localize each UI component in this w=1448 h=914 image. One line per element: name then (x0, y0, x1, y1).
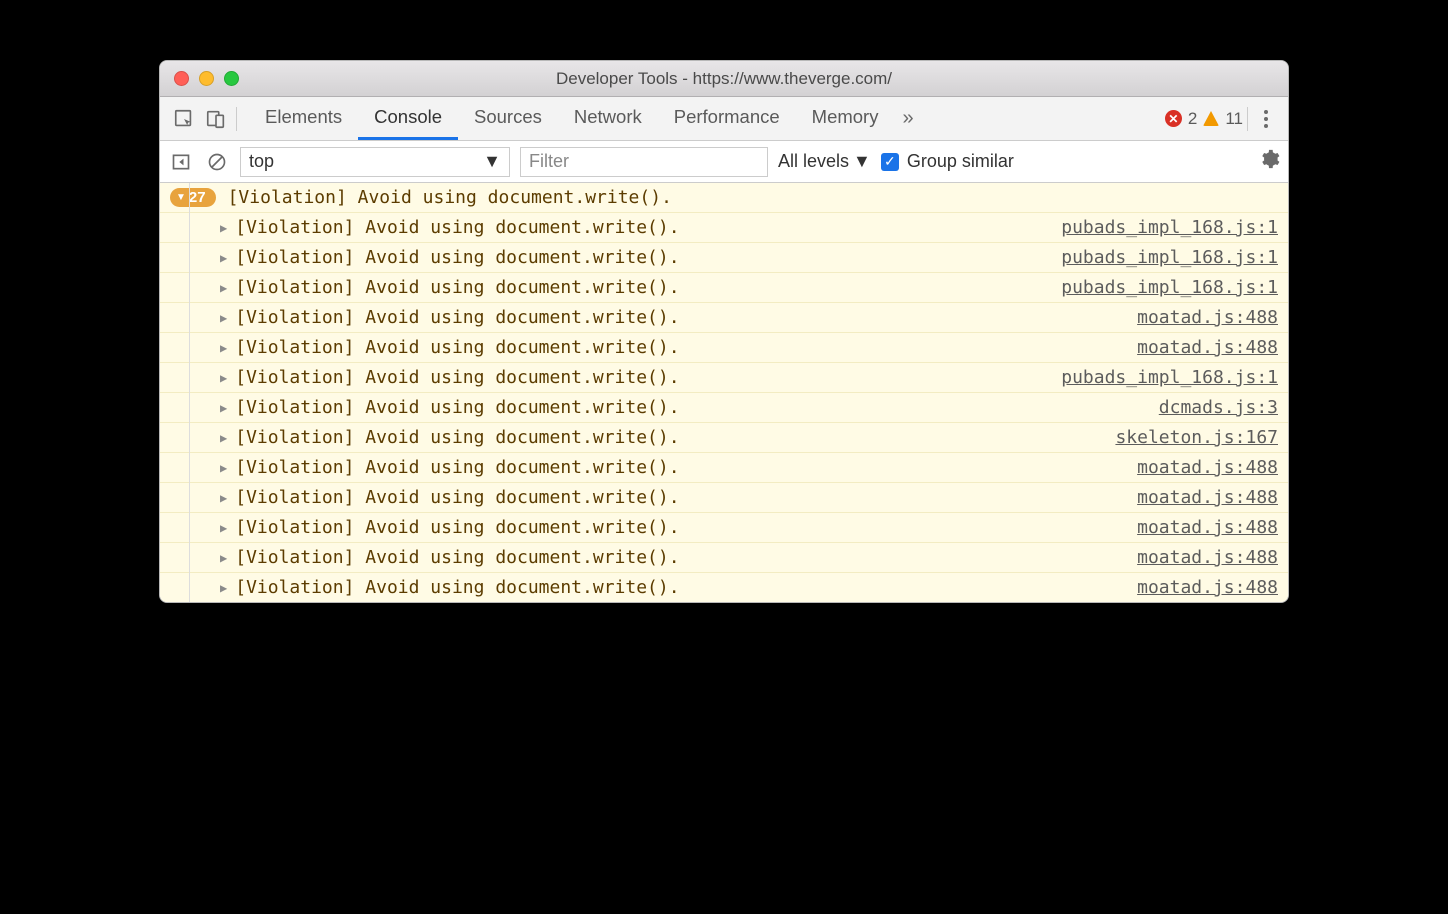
log-row[interactable]: ▶ [Violation] Avoid using document.write(… (160, 242, 1288, 272)
log-message: [Violation] Avoid using document.write()… (235, 397, 1159, 418)
inspect-element-icon[interactable] (168, 103, 200, 135)
log-source-link[interactable]: moatad.js:488 (1137, 577, 1278, 598)
error-count: 2 (1188, 109, 1197, 129)
tab-sources[interactable]: Sources (458, 97, 558, 140)
log-source-link[interactable]: pubads_impl_168.js:1 (1061, 367, 1278, 388)
gutter-line (189, 183, 190, 602)
filter-input[interactable] (520, 147, 768, 177)
log-message: [Violation] Avoid using document.write()… (235, 547, 1137, 568)
more-options-icon[interactable] (1252, 110, 1280, 128)
log-source-link[interactable]: moatad.js:488 (1137, 487, 1278, 508)
log-message: [Violation] Avoid using document.write()… (235, 577, 1137, 598)
panel-tabs: ElementsConsoleSourcesNetworkPerformance… (249, 97, 894, 140)
console-output: ▼ 27 [Violation] Avoid using document.wr… (160, 183, 1288, 602)
tab-network[interactable]: Network (558, 97, 658, 140)
log-message: [Violation] Avoid using document.write()… (235, 457, 1137, 478)
context-value: top (249, 151, 274, 172)
traffic-lights (160, 71, 239, 86)
log-row[interactable]: ▶ [Violation] Avoid using document.write(… (160, 542, 1288, 572)
group-similar-toggle[interactable]: ✓ Group similar (881, 151, 1014, 172)
toggle-sidebar-icon[interactable] (168, 149, 194, 175)
log-row[interactable]: ▶ [Violation] Avoid using document.write(… (160, 512, 1288, 542)
log-source-link[interactable]: dcmads.js:3 (1159, 397, 1278, 418)
disclosure-right-icon: ▶ (220, 551, 227, 565)
log-row[interactable]: ▶ [Violation] Avoid using document.write(… (160, 452, 1288, 482)
log-source-link[interactable]: moatad.js:488 (1137, 547, 1278, 568)
log-message: [Violation] Avoid using document.write()… (235, 487, 1137, 508)
log-message: [Violation] Avoid using document.write()… (235, 277, 1061, 298)
log-source-link[interactable]: skeleton.js:167 (1115, 427, 1278, 448)
log-message: [Violation] Avoid using document.write()… (235, 307, 1137, 328)
separator (1247, 107, 1248, 131)
log-row[interactable]: ▶ [Violation] Avoid using document.write(… (160, 272, 1288, 302)
disclosure-right-icon: ▶ (220, 371, 227, 385)
disclosure-right-icon: ▶ (220, 431, 227, 445)
log-message: [Violation] Avoid using document.write()… (235, 217, 1061, 238)
disclosure-right-icon: ▶ (220, 281, 227, 295)
disclosure-right-icon: ▶ (220, 461, 227, 475)
log-source-link[interactable]: moatad.js:488 (1137, 517, 1278, 538)
close-button[interactable] (174, 71, 189, 86)
titlebar: Developer Tools - https://www.theverge.c… (160, 61, 1288, 97)
log-row[interactable]: ▶ [Violation] Avoid using document.write(… (160, 482, 1288, 512)
log-message: [Violation] Avoid using document.write()… (235, 517, 1137, 538)
disclosure-right-icon: ▶ (220, 581, 227, 595)
dropdown-icon: ▼ (483, 151, 501, 172)
disclosure-right-icon: ▶ (220, 221, 227, 235)
devtools-tabbar: ElementsConsoleSourcesNetworkPerformance… (160, 97, 1288, 141)
disclosure-right-icon: ▶ (220, 311, 227, 325)
log-row[interactable]: ▶ [Violation] Avoid using document.write(… (160, 572, 1288, 602)
tab-memory[interactable]: Memory (796, 97, 895, 140)
window-title: Developer Tools - https://www.theverge.c… (160, 69, 1288, 89)
clear-console-icon[interactable] (204, 149, 230, 175)
log-row[interactable]: ▶ [Violation] Avoid using document.write(… (160, 392, 1288, 422)
separator (236, 107, 237, 131)
log-message: [Violation] Avoid using document.write()… (235, 427, 1115, 448)
dropdown-icon: ▼ (853, 151, 871, 172)
levels-label: All levels (778, 151, 849, 172)
minimize-button[interactable] (199, 71, 214, 86)
log-row[interactable]: ▶ [Violation] Avoid using document.write(… (160, 212, 1288, 242)
log-source-link[interactable]: moatad.js:488 (1137, 307, 1278, 328)
error-icon: ✕ (1165, 110, 1182, 127)
context-selector[interactable]: top ▼ (240, 147, 510, 177)
warning-count: 11 (1225, 109, 1243, 129)
disclosure-down-icon: ▼ (176, 192, 186, 203)
status-badges[interactable]: ✕ 2 11 (1165, 109, 1243, 129)
log-levels-selector[interactable]: All levels ▼ (778, 151, 871, 172)
warning-icon (1203, 111, 1219, 126)
console-toolbar: top ▼ All levels ▼ ✓ Group similar (160, 141, 1288, 183)
group-count-badge: ▼ 27 (170, 188, 216, 207)
log-message: [Violation] Avoid using document.write()… (235, 337, 1137, 358)
tab-performance[interactable]: Performance (658, 97, 796, 140)
tab-elements[interactable]: Elements (249, 97, 358, 140)
log-message: [Violation] Avoid using document.write()… (235, 247, 1061, 268)
disclosure-right-icon: ▶ (220, 521, 227, 535)
disclosure-right-icon: ▶ (220, 341, 227, 355)
log-group-header[interactable]: ▼ 27 [Violation] Avoid using document.wr… (160, 183, 1288, 212)
log-row[interactable]: ▶ [Violation] Avoid using document.write(… (160, 302, 1288, 332)
log-source-link[interactable]: moatad.js:488 (1137, 337, 1278, 358)
checkbox-checked-icon: ✓ (881, 153, 899, 171)
devtools-window: Developer Tools - https://www.theverge.c… (159, 60, 1289, 603)
log-row[interactable]: ▶ [Violation] Avoid using document.write(… (160, 332, 1288, 362)
log-source-link[interactable]: pubads_impl_168.js:1 (1061, 217, 1278, 238)
device-toggle-icon[interactable] (200, 103, 232, 135)
group-count: 27 (189, 189, 206, 206)
settings-icon[interactable] (1258, 148, 1280, 175)
tab-console[interactable]: Console (358, 97, 458, 140)
disclosure-right-icon: ▶ (220, 491, 227, 505)
group-message: [Violation] Avoid using document.write()… (228, 187, 672, 208)
group-similar-label: Group similar (907, 151, 1014, 172)
more-tabs-icon[interactable]: » (894, 107, 921, 130)
log-source-link[interactable]: pubads_impl_168.js:1 (1061, 247, 1278, 268)
log-row[interactable]: ▶ [Violation] Avoid using document.write(… (160, 422, 1288, 452)
zoom-button[interactable] (224, 71, 239, 86)
log-row[interactable]: ▶ [Violation] Avoid using document.write(… (160, 362, 1288, 392)
disclosure-right-icon: ▶ (220, 401, 227, 415)
log-source-link[interactable]: pubads_impl_168.js:1 (1061, 277, 1278, 298)
disclosure-right-icon: ▶ (220, 251, 227, 265)
log-message: [Violation] Avoid using document.write()… (235, 367, 1061, 388)
log-source-link[interactable]: moatad.js:488 (1137, 457, 1278, 478)
